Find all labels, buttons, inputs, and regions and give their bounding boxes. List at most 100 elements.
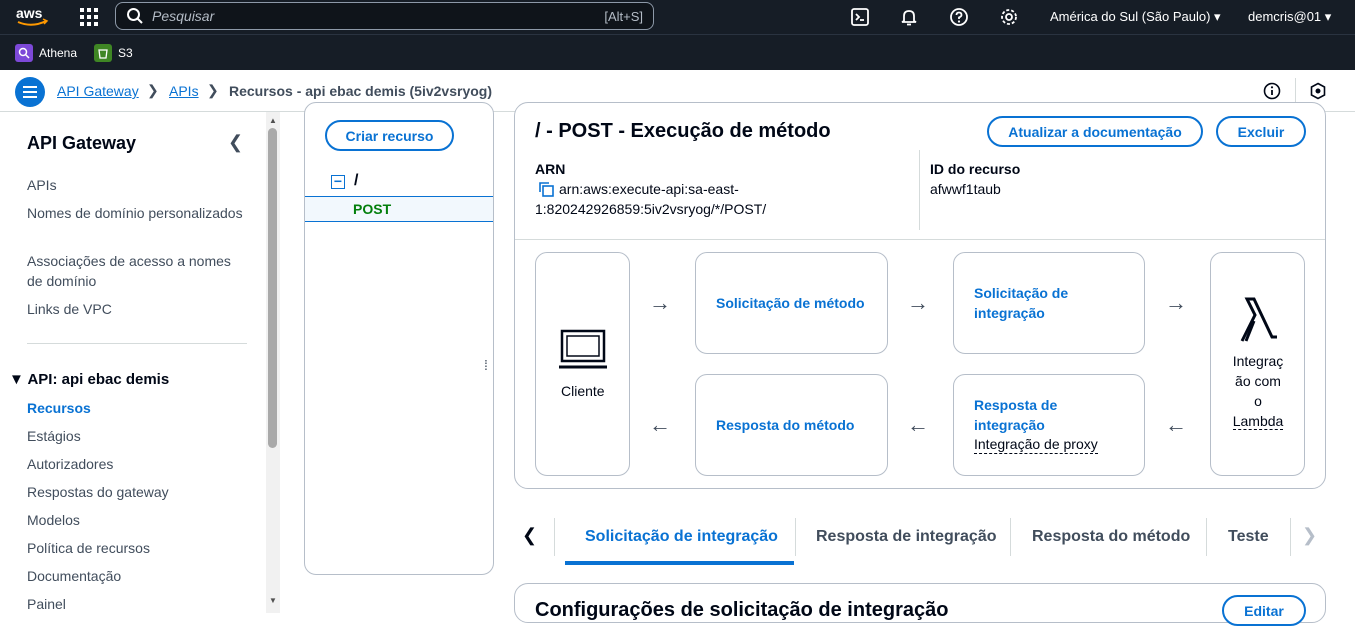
divider — [554, 518, 555, 556]
sidebar-item-resources[interactable]: Recursos — [27, 398, 247, 418]
lambda-line: ão com — [1235, 373, 1281, 389]
scrollbar-thumb[interactable] — [268, 128, 277, 448]
account-menu[interactable]: demcris@01 ▾ — [1248, 9, 1331, 25]
search-shortcut: [Alt+S] — [604, 8, 643, 24]
method-response-link[interactable]: Resposta do método — [716, 415, 854, 435]
link-line: integração — [974, 417, 1045, 433]
proxy-integration-label[interactable]: Integração de proxy — [974, 435, 1098, 454]
divider — [515, 239, 1325, 240]
page-title: / - POST - Execução de método — [535, 120, 831, 142]
update-documentation-button[interactable]: Atualizar a documentação — [987, 116, 1203, 147]
favorite-label: Athena — [39, 46, 78, 60]
sidebar-item-domain-access[interactable]: Associações de acesso a nomes de domínio — [27, 251, 247, 291]
arrow-left-icon: ← — [1165, 412, 1187, 437]
create-resource-button[interactable]: Criar recurso — [325, 120, 454, 151]
method-request-link[interactable]: Solicitação de método — [716, 293, 865, 313]
lambda-line: o — [1254, 393, 1262, 409]
notifications-bell-icon[interactable] — [899, 7, 919, 27]
top-navigation-bar: aws Pesquisar [Alt+S] América do Sul (Sã… — [0, 0, 1355, 34]
sidebar-item-gateway-responses[interactable]: Respostas do gateway — [27, 482, 247, 502]
tabs-scroll-right-icon[interactable]: ❯ — [1302, 525, 1317, 546]
divider — [1206, 518, 1207, 556]
breadcrumb-current: Recursos - api ebac demis (5iv2vsryog) — [229, 83, 492, 99]
svg-text:aws: aws — [16, 5, 43, 21]
resource-root[interactable]: / — [354, 172, 358, 190]
sidebar-item-dashboard[interactable]: Painel — [27, 594, 247, 614]
link-line: Solicitação de — [974, 285, 1069, 301]
sidebar-title[interactable]: API Gateway — [27, 133, 136, 154]
active-tab-indicator — [565, 561, 794, 565]
tab-integration-response[interactable]: Resposta de integração — [816, 528, 997, 546]
divider — [1010, 518, 1011, 556]
sidebar-item-documentation[interactable]: Documentação — [27, 566, 247, 586]
favorite-athena[interactable]: Athena — [15, 44, 77, 62]
side-navigation: API Gateway ❮ APIs Nomes de domínio pers… — [0, 112, 280, 613]
delete-button[interactable]: Excluir — [1216, 116, 1306, 147]
link-line: Resposta de — [974, 397, 1058, 413]
resource-id-label: ID do recurso — [930, 161, 1021, 177]
arrow-right-icon: → — [649, 290, 671, 315]
arrow-left-icon: ← — [649, 412, 671, 437]
sidebar-item-vpc-links[interactable]: Links de VPC — [27, 299, 247, 319]
sidebar-item-authorizers[interactable]: Autorizadores — [27, 454, 247, 474]
sidebar-divider — [27, 343, 247, 344]
tabs-scroll-left-icon[interactable]: ❮ — [522, 525, 537, 546]
resources-panel — [304, 102, 494, 575]
cloudshell-icon[interactable] — [850, 7, 870, 27]
link-line: integração — [974, 305, 1045, 321]
divider — [919, 150, 920, 230]
sidebar-item-apis[interactable]: APIs — [27, 175, 247, 195]
tab-integration-request[interactable]: Solicitação de integração — [585, 528, 778, 546]
edit-button[interactable]: Editar — [1222, 595, 1306, 626]
settings-title: Configurações de solicitação de integraç… — [535, 599, 949, 621]
sidebar-section-api[interactable]: ▼ API: api ebac demis — [9, 371, 169, 388]
lambda-line: Integraç — [1232, 353, 1284, 369]
arrow-right-icon: → — [1165, 290, 1187, 315]
divider — [1295, 78, 1296, 104]
aws-logo[interactable]: aws — [14, 4, 50, 28]
search-placeholder: Pesquisar — [152, 8, 215, 24]
lambda-icon — [1240, 297, 1277, 342]
integration-request-link[interactable]: Solicitação de integração — [974, 283, 1068, 323]
divider — [1290, 518, 1291, 556]
scroll-up-icon[interactable]: ▲ — [269, 116, 277, 125]
favorite-s3[interactable]: S3 — [94, 44, 133, 62]
chevron-right-icon: ❯ — [207, 82, 219, 98]
scroll-down-icon[interactable]: ▼ — [269, 596, 277, 605]
info-icon[interactable] — [1263, 82, 1281, 100]
resource-method-post[interactable]: POST — [305, 196, 493, 222]
resource-id-value: afwwf1taub — [930, 181, 1001, 197]
breadcrumb-apis[interactable]: APIs — [169, 83, 199, 99]
collapse-icon[interactable]: − — [331, 174, 345, 189]
arn-value-line2: 1:820242926859:5iv2vsryog/*/POST/ — [535, 201, 767, 217]
settings-gear-icon[interactable] — [999, 7, 1019, 27]
sidebar-scrollbar[interactable]: ▲ ▼ — [266, 112, 280, 613]
search-input[interactable]: Pesquisar [Alt+S] — [115, 2, 654, 30]
panel-resize-handle[interactable]: ⁞ — [484, 357, 488, 373]
tab-method-response[interactable]: Resposta do método — [1032, 528, 1190, 546]
caret-down-icon: ▼ — [9, 371, 28, 388]
sidebar-item-custom-domains[interactable]: Nomes de domínio personalizados — [27, 203, 247, 223]
lambda-label: Integraç ão com o Lambda — [1232, 351, 1284, 431]
tab-test[interactable]: Teste — [1228, 528, 1269, 546]
sidebar-item-stages[interactable]: Estágios — [27, 426, 247, 446]
copy-icon[interactable] — [538, 181, 554, 197]
hex-settings-icon[interactable] — [1309, 82, 1327, 100]
arn-label: ARN — [535, 161, 566, 177]
sidebar-item-models[interactable]: Modelos — [27, 510, 247, 530]
client-computer-icon — [559, 329, 607, 369]
sidebar-section-title: API: api ebac demis — [27, 371, 170, 388]
close-sidebar-icon[interactable]: ❮ — [228, 132, 243, 153]
arn-value-line1: arn:aws:execute-api:sa-east- — [559, 181, 739, 197]
navigation-menu-button[interactable] — [15, 77, 45, 107]
lambda-link[interactable]: Lambda — [1232, 413, 1284, 430]
services-grid-icon[interactable] — [80, 8, 98, 26]
chevron-right-icon: ❯ — [147, 82, 159, 98]
breadcrumb-api-gateway[interactable]: API Gateway — [57, 83, 139, 99]
region-selector[interactable]: América do Sul (São Paulo) ▾ — [1050, 9, 1221, 25]
integration-response-link[interactable]: Resposta de integração — [974, 395, 1057, 435]
help-icon[interactable] — [949, 7, 969, 27]
s3-bucket-icon — [94, 44, 112, 62]
favorite-label: S3 — [118, 46, 133, 60]
sidebar-item-resource-policy[interactable]: Política de recursos — [27, 538, 247, 558]
